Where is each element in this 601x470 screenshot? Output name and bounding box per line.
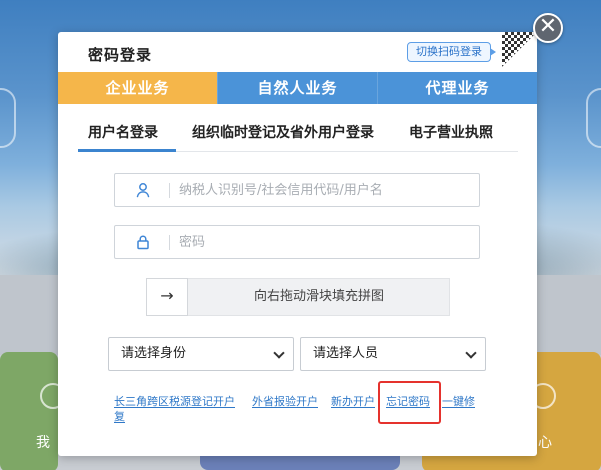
tab-individual-business[interactable]: 自然人业务 (217, 72, 377, 104)
lock-icon (137, 235, 149, 250)
chevron-down-icon (273, 347, 285, 359)
password-field[interactable] (114, 225, 480, 259)
slider-handle-arrow-icon[interactable]: → (146, 278, 188, 316)
modal-title: 密码登录 (88, 46, 153, 64)
background-card-label-left: 我 (36, 435, 50, 451)
switch-qr-login-button[interactable]: 切换扫码登录 (407, 42, 496, 62)
username-field[interactable] (114, 173, 480, 207)
tab-username-login[interactable]: 用户名登录 (88, 122, 158, 142)
chevron-down-icon (465, 347, 477, 359)
link-new-account[interactable]: 新办开户 (331, 393, 375, 409)
person-select-value: 请选择人员 (313, 346, 379, 361)
field-separator (169, 235, 170, 250)
tab-enterprise-business[interactable]: 企业业务 (58, 72, 217, 104)
link-yangtze-registration[interactable]: 长三角跨区税源登记开户 (114, 393, 235, 409)
slider-captcha[interactable]: → 向右拖动滑块填充拼图 (146, 278, 450, 316)
username-input[interactable] (179, 178, 469, 202)
password-input[interactable] (179, 230, 469, 254)
active-tab-underline (78, 149, 176, 152)
qr-code-icon[interactable] (502, 32, 537, 68)
identity-select-value: 请选择身份 (121, 346, 187, 361)
background-card-green (0, 352, 58, 470)
identity-select[interactable]: 请选择身份 (108, 337, 294, 371)
background-nav-left (0, 88, 16, 148)
person-select[interactable]: 请选择人员 (300, 337, 486, 371)
close-icon[interactable]: ✕ (533, 13, 563, 43)
tab-org-temp-login[interactable]: 组织临时登记及省外用户登录 (192, 122, 374, 142)
login-modal: 密码登录 切换扫码登录 企业业务 自然人业务 代理业务 用户名登录 组织临时登记… (58, 32, 537, 456)
link-one-click-repair-continued[interactable]: 复 (114, 408, 125, 424)
forgot-password-highlight (378, 381, 441, 424)
background-card-label-right: 心 (538, 435, 552, 451)
user-icon (136, 183, 150, 198)
slider-hint: 向右拖动滑块填充拼图 (253, 289, 384, 304)
business-tabs: 企业业务 自然人业务 代理业务 (58, 72, 537, 104)
tab-agent-business[interactable]: 代理业务 (377, 72, 537, 104)
link-out-of-province[interactable]: 外省报验开户 (252, 393, 318, 409)
tab-business-license[interactable]: 电子营业执照 (409, 122, 493, 142)
field-separator (169, 183, 170, 198)
link-one-click-repair[interactable]: 一键修 (442, 393, 475, 409)
background-nav-right (586, 88, 601, 148)
login-method-tabs: 用户名登录 组织临时登记及省外用户登录 电子营业执照 (78, 116, 518, 152)
